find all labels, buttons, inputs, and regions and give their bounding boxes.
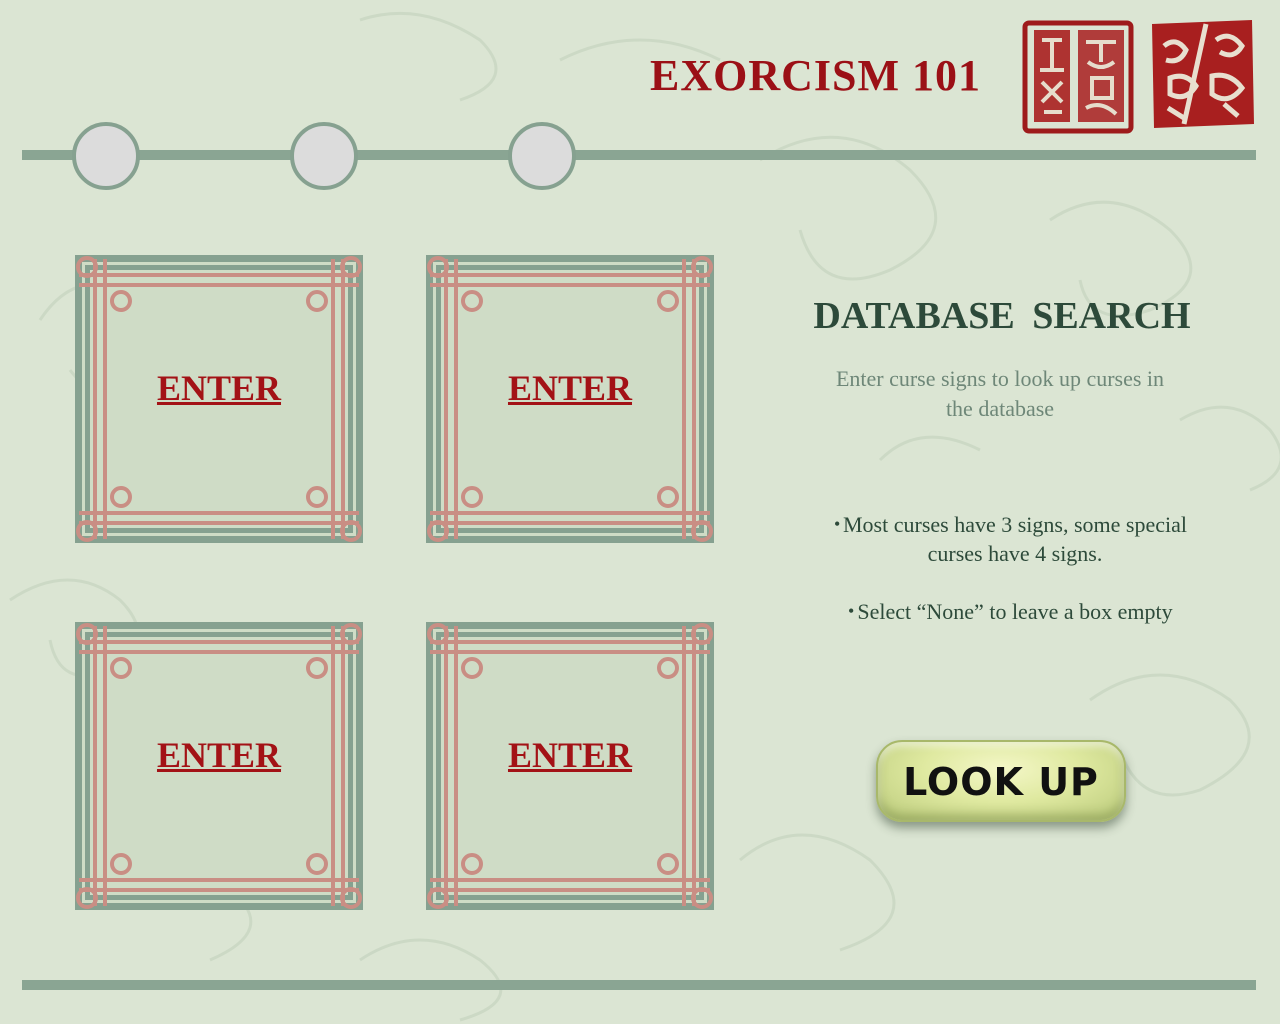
progress-step-1 — [72, 122, 140, 190]
tip-text: Most curses have 3 signs, some special c… — [843, 512, 1187, 566]
enter-link[interactable]: ENTER — [75, 367, 363, 409]
bottom-rail — [22, 980, 1256, 990]
sign-box-2[interactable]: ENTER — [426, 255, 714, 543]
bullet-icon: • — [848, 601, 855, 621]
seal-stamp-right-icon — [1152, 20, 1254, 128]
tip-item: • Most curses have 3 signs, some special… — [830, 510, 1200, 568]
enter-link[interactable]: ENTER — [426, 734, 714, 776]
sign-box-4[interactable]: ENTER — [426, 622, 714, 910]
game-title: EXORCISM 101 — [650, 51, 982, 100]
bullet-icon: • — [834, 514, 841, 534]
progress-rail — [22, 150, 1256, 160]
look-up-label: LOOK UP — [903, 760, 1099, 804]
seal-stamp-left-icon — [1022, 20, 1134, 134]
enter-link[interactable]: ENTER — [426, 367, 714, 409]
sign-box-3[interactable]: ENTER — [75, 622, 363, 910]
progress-step-3 — [508, 122, 576, 190]
sign-box-1[interactable]: ENTER — [75, 255, 363, 543]
enter-link[interactable]: ENTER — [75, 734, 363, 776]
look-up-button[interactable]: LOOK UP — [876, 740, 1126, 822]
progress-step-2 — [290, 122, 358, 190]
tips-list: • Most curses have 3 signs, some special… — [830, 510, 1200, 655]
tip-item: • Select “None” to leave a box empty — [830, 597, 1200, 626]
panel-description: Enter curse signs to look up curses in t… — [835, 366, 1165, 421]
panel-heading: DATABASE SEARCH — [813, 295, 1191, 337]
tip-text: Select “None” to leave a box empty — [857, 599, 1173, 624]
